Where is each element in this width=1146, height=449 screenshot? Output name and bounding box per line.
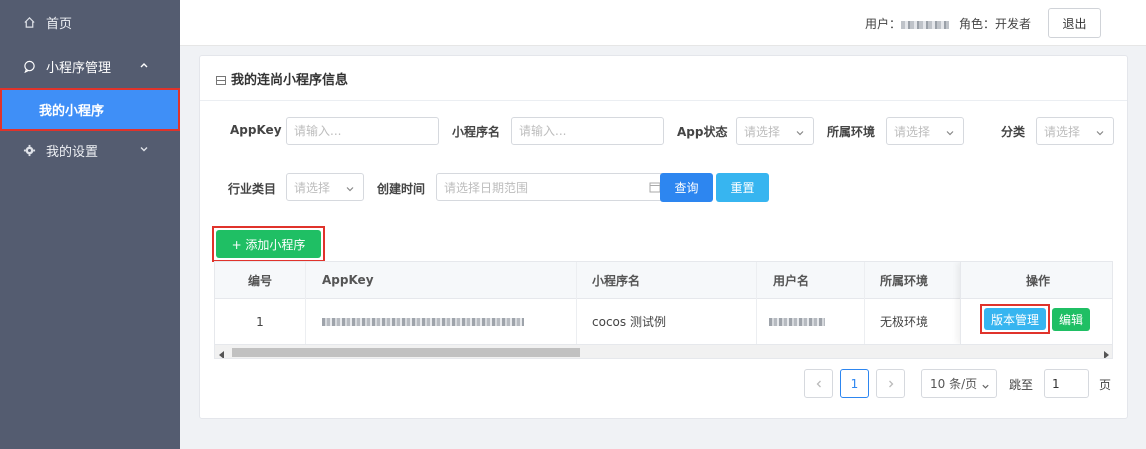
col-header-env: 所属环境 xyxy=(864,262,960,299)
username-redacted xyxy=(769,317,825,326)
query-button[interactable]: 查询 xyxy=(660,173,713,202)
category-label: 分类 xyxy=(1001,125,1026,139)
page-size-value: 10 条/页 xyxy=(930,377,978,391)
sidebar-item-my-miniapps[interactable]: 我的小程序 xyxy=(0,88,180,131)
version-button-highlight: 版本管理 xyxy=(980,304,1050,334)
scrollbar-thumb[interactable] xyxy=(232,348,580,357)
prev-page-button[interactable] xyxy=(804,369,833,398)
cell-appkey xyxy=(305,299,576,344)
card-title-text: 我的连尚小程序信息 xyxy=(231,73,349,88)
top-header: 用户： 角色：开发者 退出 xyxy=(180,0,1146,46)
card-title: 我的连尚小程序信息 xyxy=(216,69,348,88)
page-suffix: 页 xyxy=(1099,378,1112,392)
sidebar-item-my-settings[interactable]: 我的设置 xyxy=(0,128,180,172)
appkey-redacted xyxy=(322,317,524,326)
app-status-select[interactable]: 请选择 xyxy=(736,117,814,145)
created-time-label: 创建时间 xyxy=(377,182,426,196)
scroll-right-icon[interactable] xyxy=(1102,348,1110,358)
horizontal-scrollbar[interactable] xyxy=(215,344,1112,358)
chevron-down-icon xyxy=(1095,127,1105,137)
reset-button[interactable]: 重置 xyxy=(716,173,769,202)
app-status-label: App状态 xyxy=(677,125,728,139)
chevron-down-icon xyxy=(981,380,990,389)
sidebar: 首页 小程序管理 我的小程序 我的设置 xyxy=(0,0,180,449)
role-info: 角色：开发者 xyxy=(959,17,1032,31)
env-label: 所属环境 xyxy=(827,125,876,139)
col-header-appkey: AppKey xyxy=(305,262,576,299)
date-range-picker[interactable]: 请选择日期范围 xyxy=(436,173,664,201)
industry-select[interactable]: 请选择 xyxy=(286,173,364,201)
page-size-select[interactable]: 10 条/页 xyxy=(921,369,997,398)
chevron-down-icon xyxy=(795,127,805,137)
username-redacted xyxy=(901,20,950,29)
user-info: 用户： xyxy=(865,15,950,32)
appkey-input[interactable] xyxy=(286,117,439,145)
cell-id: 1 xyxy=(256,314,264,329)
list-icon xyxy=(216,74,226,85)
chevron-down-icon xyxy=(138,143,150,155)
chevron-down-icon xyxy=(345,183,355,193)
goto-page-input[interactable] xyxy=(1044,369,1089,398)
gear-icon xyxy=(22,143,36,157)
category-select[interactable]: 请选择 xyxy=(1036,117,1114,145)
main-card: 我的连尚小程序信息 AppKey 小程序名 App状态 请选择 所属环境 请选择… xyxy=(199,55,1128,419)
sidebar-item-label: 小程序管理 xyxy=(46,60,112,76)
col-header-username: 用户名 xyxy=(756,262,864,299)
goto-label: 跳至 xyxy=(1009,378,1034,392)
version-management-button[interactable]: 版本管理 xyxy=(984,308,1046,330)
sidebar-item-label: 我的设置 xyxy=(46,144,99,160)
app-status-placeholder: 请选择 xyxy=(744,124,781,139)
chevron-left-icon xyxy=(816,380,821,387)
chevron-down-icon xyxy=(945,127,955,137)
logout-button[interactable]: 退出 xyxy=(1048,8,1101,38)
actions-column: 操作 版本管理 编辑 xyxy=(960,262,1112,344)
scroll-left-icon[interactable] xyxy=(218,348,226,358)
add-button-highlight: + 添加小程序 xyxy=(212,226,325,262)
page-1-button[interactable]: 1 xyxy=(840,369,869,398)
col-header-name: 小程序名 xyxy=(576,262,756,299)
cell-name: cocos 测试例 xyxy=(592,315,666,329)
next-page-button[interactable] xyxy=(876,369,905,398)
env-placeholder: 请选择 xyxy=(894,124,931,139)
col-header-actions: 操作 xyxy=(961,262,1112,299)
user-label: 用户： xyxy=(865,17,902,31)
chat-bubble-icon xyxy=(22,59,36,73)
appkey-label: AppKey xyxy=(230,123,282,137)
sidebar-item-label: 首页 xyxy=(46,16,73,32)
miniapp-name-input[interactable] xyxy=(511,117,664,145)
sidebar-item-home[interactable]: 首页 xyxy=(0,0,180,44)
sidebar-item-label: 我的小程序 xyxy=(39,104,105,119)
category-placeholder: 请选择 xyxy=(1044,124,1081,139)
chevron-up-icon xyxy=(138,59,150,71)
add-miniapp-button[interactable]: + 添加小程序 xyxy=(216,230,321,258)
miniapp-name-label: 小程序名 xyxy=(452,125,501,139)
card-divider xyxy=(200,100,1127,101)
cell-username xyxy=(756,299,864,344)
date-range-placeholder: 请选择日期范围 xyxy=(444,180,529,195)
col-header-id: 编号 xyxy=(215,262,305,299)
industry-label: 行业类目 xyxy=(228,182,277,196)
miniapp-table: 编号 AppKey 小程序名 用户名 所属环境 1 cocos 测试例 无极环境… xyxy=(214,261,1113,359)
cell-env: 无极环境 xyxy=(880,315,929,329)
edit-button[interactable]: 编辑 xyxy=(1052,308,1090,331)
env-select[interactable]: 请选择 xyxy=(886,117,964,145)
industry-placeholder: 请选择 xyxy=(294,180,331,195)
home-icon xyxy=(22,15,36,29)
sidebar-item-miniapp-mgmt[interactable]: 小程序管理 xyxy=(0,44,180,88)
chevron-right-icon xyxy=(888,380,893,387)
